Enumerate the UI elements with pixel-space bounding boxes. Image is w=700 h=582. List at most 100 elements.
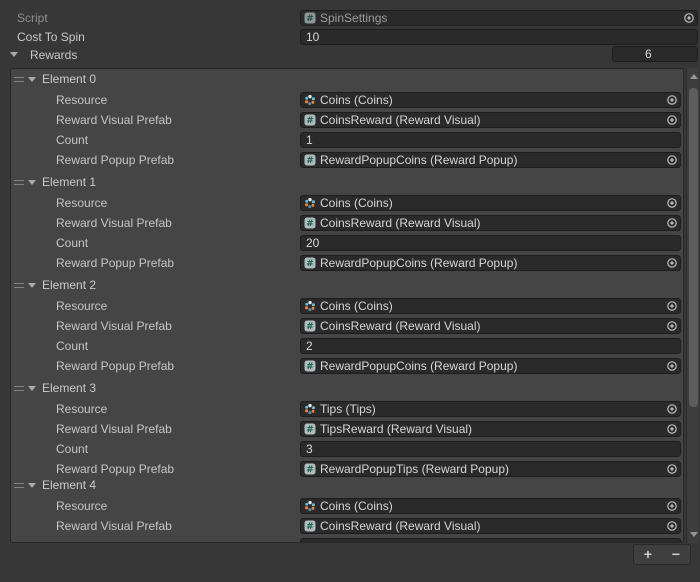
script-row-label: Script — [17, 10, 48, 26]
reward-popup-prefab-value: RewardPopupCoins (Reward Popup) — [320, 153, 680, 167]
element-header[interactable]: Element 3 — [42, 380, 96, 396]
object-picker-icon[interactable] — [666, 423, 678, 435]
resource-field[interactable]: Coins (Coins) — [300, 298, 681, 314]
element-foldout-icon[interactable] — [28, 283, 36, 288]
object-picker-icon[interactable] — [666, 257, 678, 269]
element-foldout-icon[interactable] — [28, 483, 36, 488]
reward-visual-prefab-value: CoinsReward (Reward Visual) — [320, 113, 680, 127]
unity-inspector-panel: { "inspector": { "script_row": { "label"… — [0, 0, 700, 582]
object-picker-icon[interactable] — [666, 300, 678, 312]
count-label: Count — [56, 338, 88, 354]
reward-popup-prefab-label: Reward Popup Prefab — [56, 358, 174, 374]
count-input[interactable]: 2 — [300, 338, 681, 354]
resource-field[interactable]: Tips (Tips) — [300, 401, 681, 417]
resource-value: Coins (Coins) — [320, 299, 680, 313]
scriptable-object-icon — [304, 500, 316, 512]
scriptable-object-icon — [304, 300, 316, 312]
script-object-value: SpinSettings — [320, 11, 697, 25]
cost-to-spin-input[interactable]: 10 — [300, 29, 698, 45]
count-label: Count — [56, 235, 88, 251]
object-picker-icon[interactable] — [666, 403, 678, 415]
drag-handle-icon[interactable] — [14, 386, 24, 391]
element-foldout-icon[interactable] — [28, 386, 36, 391]
drag-handle-icon[interactable] — [14, 180, 24, 185]
rewards-label: Rewards — [30, 47, 77, 63]
resource-field[interactable]: Coins (Coins) — [300, 498, 681, 514]
object-picker-icon[interactable] — [666, 360, 678, 372]
element-foldout-icon[interactable] — [28, 77, 36, 82]
object-picker-icon[interactable] — [666, 94, 678, 106]
drag-handle-icon[interactable] — [14, 77, 24, 82]
rewards-list-footer: + − — [633, 544, 691, 565]
reward-popup-prefab-field[interactable]: RewardPopupCoins (Reward Popup) — [300, 358, 681, 374]
reward-visual-prefab-field[interactable]: CoinsReward (Reward Visual) — [300, 112, 681, 128]
object-picker-icon[interactable] — [666, 114, 678, 126]
vertical-scrollbar[interactable] — [686, 68, 699, 543]
script-icon — [304, 114, 316, 126]
object-picker-icon[interactable] — [666, 463, 678, 475]
reward-popup-prefab-field[interactable]: RewardPopupCoins (Reward Popup) — [300, 255, 681, 271]
rewards-list: Element 0 Resource Coins (Coins) Reward … — [10, 68, 684, 543]
reward-visual-prefab-field[interactable]: CoinsReward (Reward Visual) — [300, 318, 681, 334]
count-input[interactable]: 3 — [300, 441, 681, 457]
script-object-field[interactable]: SpinSettings — [300, 10, 698, 26]
element-header[interactable]: Element 0 — [42, 71, 96, 87]
scroll-down-icon[interactable] — [690, 532, 698, 537]
element-header[interactable]: Element 4 — [42, 477, 96, 493]
resource-label: Resource — [56, 498, 107, 514]
reward-visual-prefab-field[interactable]: TipsReward (Reward Visual) — [300, 421, 681, 437]
rewards-size-input[interactable]: 6 — [612, 46, 698, 62]
count-label: Count — [56, 441, 88, 457]
object-picker-icon[interactable] — [666, 154, 678, 166]
resource-label: Resource — [56, 298, 107, 314]
element-header[interactable]: Element 1 — [42, 174, 96, 190]
object-picker-icon[interactable] — [666, 500, 678, 512]
object-picker-icon[interactable] — [666, 217, 678, 229]
resource-value: Coins (Coins) — [320, 499, 680, 513]
drag-handle-icon[interactable] — [14, 483, 24, 488]
script-icon — [304, 154, 316, 166]
element-foldout-icon[interactable] — [28, 180, 36, 185]
reward-popup-prefab-field[interactable]: RewardPopupCoins (Reward Popup) — [300, 152, 681, 168]
object-picker-icon[interactable] — [683, 12, 695, 24]
script-icon — [304, 12, 316, 24]
object-picker-icon[interactable] — [666, 520, 678, 532]
reward-popup-prefab-field[interactable]: RewardPopupTips (Reward Popup) — [300, 461, 681, 477]
resource-field[interactable]: Coins (Coins) — [300, 92, 681, 108]
reward-popup-prefab-label: Reward Popup Prefab — [56, 255, 174, 271]
remove-element-button[interactable]: − — [667, 546, 685, 563]
script-icon — [304, 257, 316, 269]
cost-to-spin-label: Cost To Spin — [17, 29, 85, 45]
resource-value: Tips (Tips) — [320, 402, 680, 416]
resource-label: Resource — [56, 195, 107, 211]
resource-value: Coins (Coins) — [320, 196, 680, 210]
reward-visual-prefab-field[interactable]: CoinsReward (Reward Visual) — [300, 518, 681, 534]
script-icon — [304, 360, 316, 372]
reward-popup-prefab-value: RewardPopupCoins (Reward Popup) — [320, 359, 680, 373]
count-input[interactable]: 1 — [300, 132, 681, 148]
object-picker-icon[interactable] — [666, 197, 678, 209]
reward-visual-prefab-value: CoinsReward (Reward Visual) — [320, 519, 680, 533]
scrollbar-thumb[interactable] — [689, 88, 698, 407]
script-icon — [304, 520, 316, 532]
scriptable-object-icon — [304, 403, 316, 415]
drag-handle-icon[interactable] — [14, 283, 24, 288]
rewards-foldout-icon[interactable] — [10, 52, 18, 57]
scroll-up-icon[interactable] — [690, 74, 698, 79]
resource-field[interactable]: Coins (Coins) — [300, 195, 681, 211]
object-picker-icon[interactable] — [666, 320, 678, 332]
reward-visual-prefab-label: Reward Visual Prefab — [56, 318, 172, 334]
script-icon — [304, 217, 316, 229]
count-input[interactable]: 20 — [300, 235, 681, 251]
reward-visual-prefab-label: Reward Visual Prefab — [56, 215, 172, 231]
script-icon — [304, 463, 316, 475]
add-element-button[interactable]: + — [639, 546, 657, 563]
reward-visual-prefab-field[interactable]: CoinsReward (Reward Visual) — [300, 215, 681, 231]
script-icon — [304, 423, 316, 435]
reward-visual-prefab-label: Reward Visual Prefab — [56, 421, 172, 437]
reward-visual-prefab-value: CoinsReward (Reward Visual) — [320, 216, 680, 230]
element-header[interactable]: Element 2 — [42, 277, 96, 293]
count-input[interactable] — [300, 538, 681, 543]
list-item: Element 4 Resource Coins (Coins) Reward … — [11, 477, 683, 543]
reward-popup-prefab-value: RewardPopupCoins (Reward Popup) — [320, 256, 680, 270]
